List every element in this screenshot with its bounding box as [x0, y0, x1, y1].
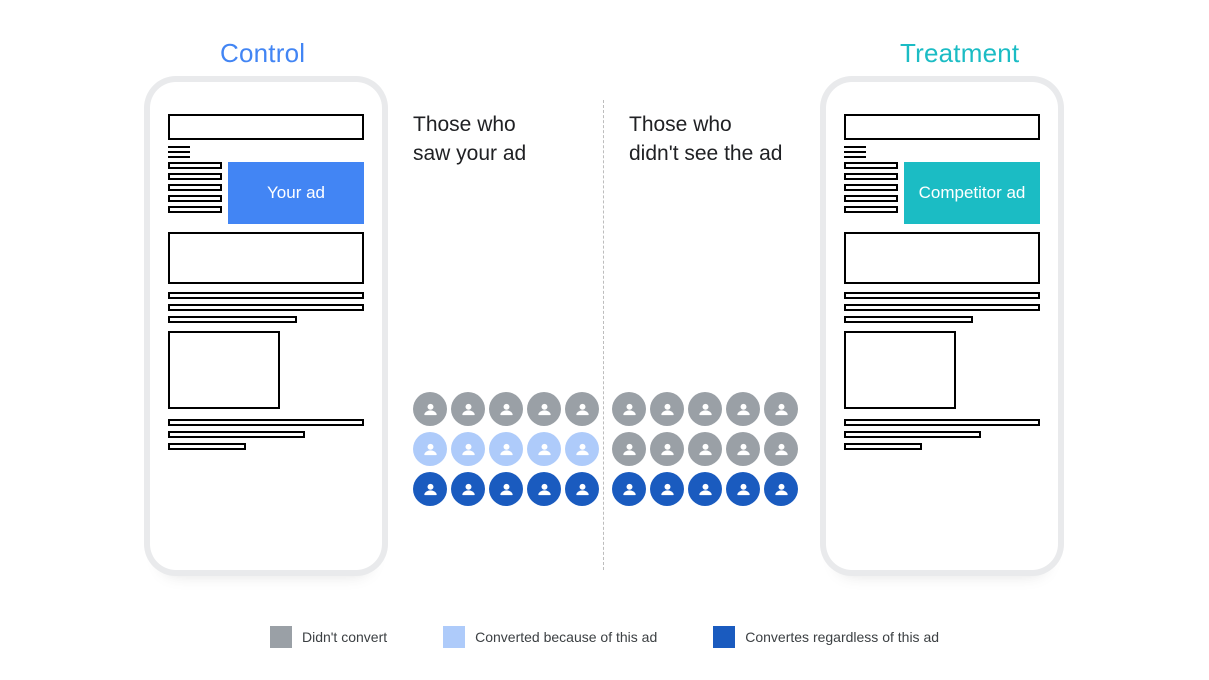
- ad-label-control: Your ad: [267, 183, 325, 203]
- group-divider: [603, 100, 604, 570]
- person-icon: [527, 472, 561, 506]
- person-icon: [413, 432, 447, 466]
- wf-text-lines: [168, 292, 364, 323]
- people-grid-treatment: [612, 392, 798, 506]
- person-icon: [764, 472, 798, 506]
- heading-treatment: Treatment: [900, 38, 1019, 69]
- person-icon: [527, 432, 561, 466]
- person-icon: [612, 392, 646, 426]
- person-icon: [764, 432, 798, 466]
- ad-slot-treatment: Competitor ad: [904, 162, 1040, 224]
- person-icon: [451, 472, 485, 506]
- person-icon: [726, 432, 760, 466]
- person-icon: [489, 472, 523, 506]
- heading-control: Control: [220, 38, 305, 69]
- wireframe-treatment: Competitor ad: [844, 114, 1040, 548]
- wireframe-control: Your ad: [168, 114, 364, 548]
- person-icon: [413, 392, 447, 426]
- people-grid-control: [413, 392, 599, 506]
- person-icon: [650, 392, 684, 426]
- legend-label-gray: Didn't convert: [302, 629, 387, 645]
- legend-item-gray: Didn't convert: [270, 626, 387, 648]
- wf-side-lines: [844, 162, 898, 217]
- wf-footer-lines: [168, 419, 364, 450]
- wf-header-box: [168, 114, 364, 140]
- person-icon: [451, 432, 485, 466]
- wf-image-box: [844, 331, 956, 409]
- ad-label-treatment: Competitor ad: [919, 183, 1026, 203]
- person-icon: [527, 392, 561, 426]
- caption-didnt-see: Those whodidn't see the ad: [629, 110, 782, 169]
- phone-control: Your ad: [150, 82, 382, 570]
- wf-content-box: [168, 232, 364, 284]
- hamburger-icon: [844, 146, 866, 158]
- swatch-gray: [270, 626, 292, 648]
- phone-treatment: Competitor ad: [826, 82, 1058, 570]
- person-icon: [688, 392, 722, 426]
- wf-text-lines: [844, 292, 1040, 323]
- person-icon: [565, 432, 599, 466]
- hamburger-icon: [168, 146, 190, 158]
- person-icon: [489, 432, 523, 466]
- person-icon: [413, 472, 447, 506]
- person-icon: [565, 472, 599, 506]
- person-icon: [650, 432, 684, 466]
- person-icon: [764, 392, 798, 426]
- wf-footer-lines: [844, 419, 1040, 450]
- person-icon: [726, 392, 760, 426]
- ad-slot-control: Your ad: [228, 162, 364, 224]
- swatch-light: [443, 626, 465, 648]
- person-icon: [650, 472, 684, 506]
- person-icon: [688, 472, 722, 506]
- wf-image-box: [168, 331, 280, 409]
- legend-label-light: Converted because of this ad: [475, 629, 657, 645]
- legend-item-dark: Convertes regardless of this ad: [713, 626, 939, 648]
- swatch-dark: [713, 626, 735, 648]
- person-icon: [451, 392, 485, 426]
- person-icon: [688, 432, 722, 466]
- legend-label-dark: Convertes regardless of this ad: [745, 629, 939, 645]
- wf-header-box: [844, 114, 1040, 140]
- caption-saw-ad: Those whosaw your ad: [413, 110, 526, 169]
- wf-side-lines: [168, 162, 222, 217]
- person-icon: [612, 432, 646, 466]
- person-icon: [726, 472, 760, 506]
- person-icon: [612, 472, 646, 506]
- person-icon: [565, 392, 599, 426]
- legend-item-light: Converted because of this ad: [443, 626, 657, 648]
- wf-content-box: [844, 232, 1040, 284]
- legend: Didn't convert Converted because of this…: [0, 626, 1209, 648]
- person-icon: [489, 392, 523, 426]
